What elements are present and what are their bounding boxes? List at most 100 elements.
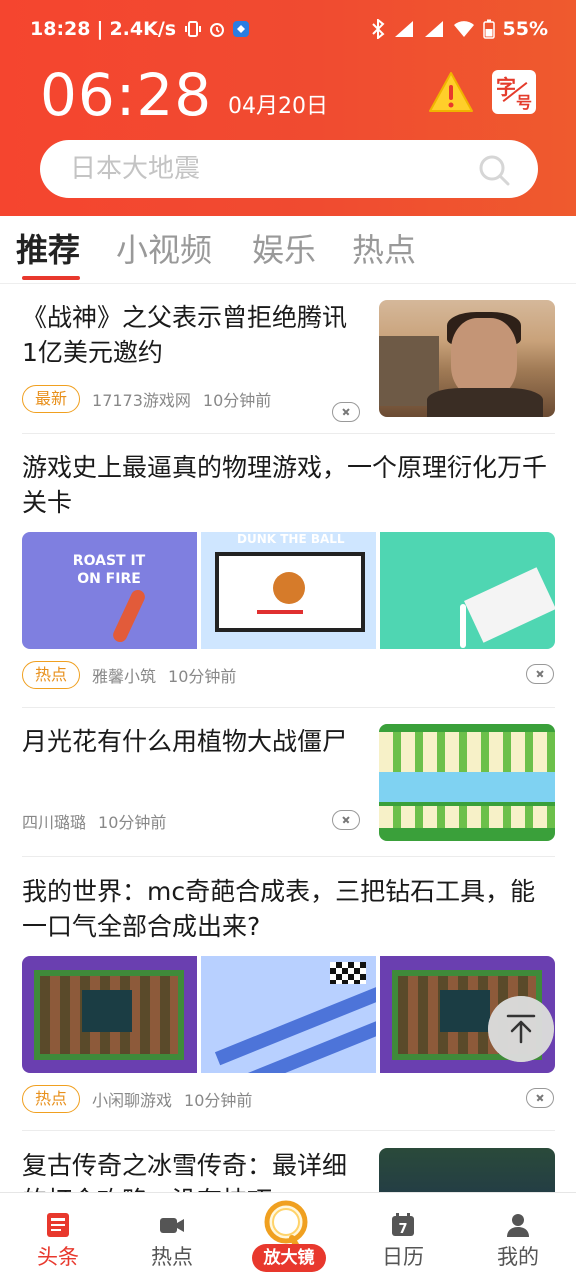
article-title[interactable]: 月光花有什么用植物大战僵尸 (22, 724, 352, 759)
calendar-icon: 7 (392, 1213, 414, 1237)
thumbnail-core-shape (440, 990, 490, 1032)
nav-calendar[interactable]: 7 日历 (355, 1201, 451, 1277)
nav-hot[interactable]: 热点 (124, 1201, 220, 1277)
video-icon (160, 1218, 184, 1233)
date: 04月20日 (228, 94, 328, 119)
article-title[interactable]: 《战神》之父表示曾拒绝腾讯1亿美元邀约 (22, 300, 352, 370)
status-separator: | (96, 18, 104, 40)
article-thumbnail-2[interactable]: DUNK THE BALL (201, 532, 376, 649)
header: 18:28 | 2.4K/s 55% 06:28 04月20日 字 号 (0, 0, 576, 216)
nav-headlines[interactable]: 头条 (10, 1201, 106, 1277)
thumbnail-finish-flag-shape (330, 962, 366, 984)
article-title[interactable]: 复古传奇之冰雪传奇：最详细的打金攻略，没有技巧 (22, 1148, 352, 1192)
article-meta: 热点 雅馨小筑 10分钟前 (22, 660, 236, 690)
nav-label: 头条 (37, 1245, 79, 1269)
article-thumbnail-1[interactable] (22, 956, 197, 1073)
article-thumbnail[interactable] (379, 724, 555, 841)
battery-percent: 55% (502, 18, 548, 40)
thumbnail-rim-shape (257, 610, 303, 614)
tab-entertainment[interactable]: 娱乐 (252, 228, 316, 272)
divider (22, 1130, 555, 1131)
thumbnail-milk-drip-shape (460, 604, 466, 648)
thumbnail-water-shape (379, 772, 555, 802)
search-bar[interactable] (40, 140, 538, 198)
badge-latest: 最新 (22, 385, 81, 413)
article-thumbnail-1[interactable]: ROAST IT ON FIRE (22, 532, 197, 649)
vibrate-icon (185, 21, 202, 37)
dismiss-button[interactable] (526, 664, 554, 684)
news-feed[interactable]: 《战神》之父表示曾拒绝腾讯1亿美元邀约 最新 17173游戏网 10分钟前 游戏… (0, 284, 576, 1192)
article-source: 17173游戏网 (92, 391, 191, 410)
thumbnail-core-shape (82, 990, 132, 1032)
font-size-char-2: 号 (515, 93, 532, 112)
article-source: 雅馨小筑 (92, 667, 157, 686)
divider (22, 707, 555, 708)
thumbnail-plant-row (379, 750, 555, 772)
thumbnail-plant-row (379, 806, 555, 828)
list-item[interactable]: 月光花有什么用植物大战僵尸 四川璐璐 10分钟前 (22, 724, 555, 854)
alarm-icon (210, 23, 225, 37)
news-icon (47, 1213, 69, 1237)
article-thumbnail-2[interactable] (201, 956, 376, 1073)
status-bar: 18:28 | 2.4K/s 55% (0, 0, 576, 60)
status-left: 18:28 | 2.4K/s (30, 18, 250, 40)
thumbnail-sausage-shape (110, 587, 148, 645)
tab-hot[interactable]: 热点 (352, 228, 416, 272)
wifi-icon (453, 21, 474, 37)
magnifier-label[interactable]: 放大镜 (252, 1244, 326, 1272)
article-time: 10分钟前 (98, 813, 167, 832)
warning-icon[interactable] (428, 70, 474, 114)
tab-recommend[interactable]: 推荐 (16, 228, 80, 272)
profile-icon (507, 1214, 529, 1237)
nav-label: 热点 (151, 1245, 193, 1269)
dismiss-button[interactable] (332, 810, 360, 830)
article-source: 四川璐璐 (22, 813, 87, 832)
status-right: 55% (371, 18, 548, 40)
article-title[interactable]: 游戏史上最逼真的物理游戏，一个原理衍化万千关卡 (22, 450, 555, 520)
article-meta: 最新 17173游戏网 10分钟前 (22, 384, 271, 414)
scroll-to-top-icon[interactable] (488, 996, 554, 1062)
thumbnail-caption-roast: ROAST IT ON FIRE (72, 553, 146, 587)
article-meta: 热点 小闲聊游戏 10分钟前 (22, 1084, 252, 1114)
tab-short-video[interactable]: 小视频 (116, 228, 212, 272)
thumbnail-face-shape (451, 318, 517, 398)
battery-icon (482, 19, 495, 39)
article-thumbnail[interactable] (379, 300, 555, 417)
list-item[interactable]: 我的世界：mc奇葩合成表，三把钻石工具，能一口气全部合成出来? 热点 小闲聊游戏… (22, 874, 555, 1114)
divider (22, 433, 555, 434)
nav-label: 我的 (497, 1245, 539, 1269)
bluetooth-icon (371, 19, 385, 39)
search-input[interactable] (70, 140, 470, 198)
nav-profile[interactable]: 我的 (470, 1201, 566, 1277)
status-net-speed: 2.4K/s (109, 18, 177, 40)
category-tabs: 推荐 小视频 娱乐 热点 (0, 216, 576, 284)
thumbnail-body-shape (427, 388, 543, 417)
app-notification-icon (233, 21, 250, 37)
dismiss-button[interactable] (332, 402, 360, 422)
list-item[interactable]: 复古传奇之冰雪传奇：最详细的打金攻略，没有技巧 (22, 1148, 555, 1192)
badge-hot: 热点 (22, 661, 81, 689)
signal-hd-2-icon (424, 21, 443, 37)
nav-label: 日历 (382, 1245, 424, 1269)
font-size-button[interactable]: 字 号 (492, 70, 536, 114)
article-meta: 四川璐璐 10分钟前 (22, 806, 166, 836)
dismiss-button[interactable] (526, 1088, 554, 1108)
thumbnail-milk-box-shape (464, 567, 555, 643)
thumbnail-caption-dunk: DUNK THE BALL (237, 532, 345, 546)
active-tab-indicator (22, 276, 80, 280)
font-size-char-1: 字 (496, 75, 516, 99)
list-item[interactable]: 《战神》之父表示曾拒绝腾讯1亿美元邀约 最新 17173游戏网 10分钟前 (22, 300, 555, 430)
article-time: 10分钟前 (168, 667, 237, 686)
thumbnail-ball-shape (273, 572, 305, 604)
search-icon[interactable] (478, 154, 510, 186)
clock: 06:28 (40, 61, 213, 129)
article-source: 小闲聊游戏 (92, 1091, 173, 1110)
article-thumbnail-3[interactable] (380, 532, 555, 649)
list-item[interactable]: 游戏史上最逼真的物理游戏，一个原理衍化万千关卡 ROAST IT ON FIRE… (22, 450, 555, 690)
status-time: 18:28 (30, 18, 91, 40)
calendar-day: 7 (398, 1222, 407, 1237)
divider (22, 856, 555, 857)
article-time: 10分钟前 (202, 391, 272, 410)
article-title[interactable]: 我的世界：mc奇葩合成表，三把钻石工具，能一口气全部合成出来? (22, 874, 555, 944)
article-thumbnail[interactable] (379, 1148, 555, 1192)
